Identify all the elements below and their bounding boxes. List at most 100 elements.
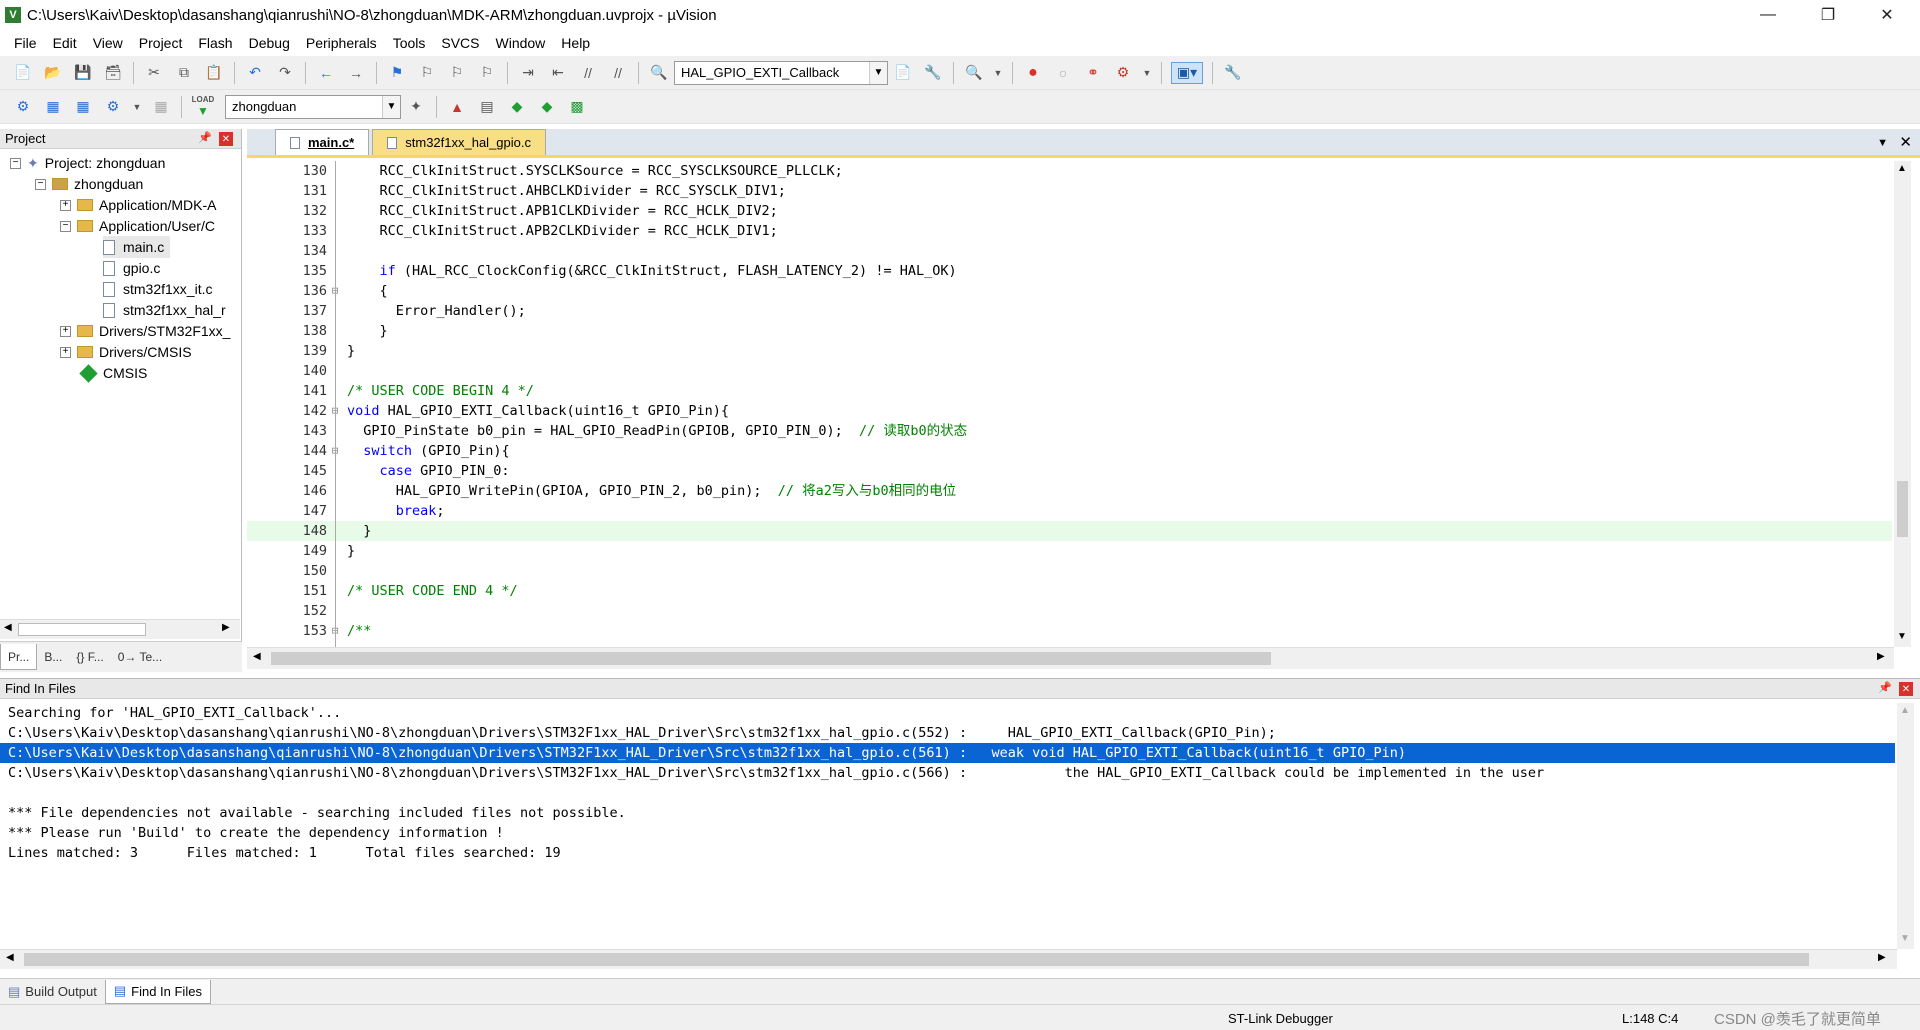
- tab-books[interactable]: B...: [37, 650, 69, 664]
- code-line[interactable]: 144⊟ switch (GPIO_Pin){: [247, 441, 1892, 461]
- close-icon[interactable]: ✕: [1899, 682, 1913, 696]
- build-icon[interactable]: ▦: [42, 96, 64, 118]
- menu-svcs[interactable]: SVCS: [433, 35, 487, 51]
- cut-icon[interactable]: ✂: [143, 62, 165, 84]
- tree-file[interactable]: stm32f1xx_it.c: [103, 278, 212, 300]
- disable-breakpoint-icon[interactable]: ○: [1052, 62, 1074, 84]
- code-line[interactable]: 141 /* USER CODE BEGIN 4 */: [247, 381, 1892, 401]
- code-line[interactable]: 137 Error_Handler();: [247, 301, 1892, 321]
- code-line[interactable]: 130 RCC_ClkInitStruct.SYSCLKSource = RCC…: [247, 161, 1892, 181]
- pin-icon[interactable]: 📌: [1878, 681, 1892, 694]
- save-icon[interactable]: 💾: [72, 62, 94, 84]
- code-line[interactable]: 131 RCC_ClkInitStruct.AHBCLKDivider = RC…: [247, 181, 1892, 201]
- wrench-icon[interactable]: 🔧: [1222, 62, 1244, 84]
- menu-tools[interactable]: Tools: [385, 35, 434, 51]
- paste-icon[interactable]: 📋: [203, 62, 225, 84]
- tree-group[interactable]: + Drivers/CMSIS: [60, 341, 192, 363]
- pack-installer-icon[interactable]: ▩: [566, 96, 588, 118]
- code-line[interactable]: 148 }: [247, 521, 1892, 541]
- expand-icon[interactable]: +: [60, 346, 71, 358]
- tab-find-in-files[interactable]: ▤ Find In Files: [104, 979, 211, 1004]
- menu-project[interactable]: Project: [131, 35, 191, 51]
- tree-file[interactable]: stm32f1xx_hal_r: [103, 299, 226, 321]
- chevron-down-icon[interactable]: ▼: [382, 95, 400, 118]
- code-line[interactable]: 150: [247, 561, 1892, 581]
- prev-bookmark-icon[interactable]: ⚐: [416, 62, 438, 84]
- manage-books-icon[interactable]: ▤: [476, 96, 498, 118]
- manage-rte-icon[interactable]: ◆: [506, 96, 528, 118]
- find-result-line[interactable]: C:\Users\Kaiv\Desktop\dasanshang\qianrus…: [0, 763, 1895, 783]
- menu-edit[interactable]: Edit: [45, 35, 85, 51]
- tab-functions[interactable]: {} F...: [69, 650, 110, 664]
- find-result-line[interactable]: Lines matched: 3 Files matched: 1 Total …: [0, 843, 1895, 863]
- minimize-button[interactable]: —: [1745, 0, 1791, 30]
- tree-root[interactable]: − ✦ Project: zhongduan: [10, 152, 165, 174]
- navigate-back-icon[interactable]: ←: [315, 62, 337, 84]
- expand-icon[interactable]: +: [60, 325, 71, 337]
- code-view[interactable]: 130 RCC_ClkInitStruct.SYSCLKSource = RCC…: [247, 161, 1892, 647]
- scroll-thumb[interactable]: [1897, 481, 1908, 537]
- code-line[interactable]: 142⊟void HAL_GPIO_EXTI_Callback(uint16_t…: [247, 401, 1892, 421]
- chevron-down-icon[interactable]: ▼: [993, 62, 1003, 84]
- unindent-icon[interactable]: ⇤: [547, 62, 569, 84]
- find-result-line[interactable]: *** File dependencies not available - se…: [0, 803, 1895, 823]
- find-in-files-icon[interactable]: 🔍: [648, 62, 670, 84]
- config-icon[interactable]: ⚙: [1112, 62, 1134, 84]
- pin-icon[interactable]: 📌: [198, 131, 212, 144]
- scroll-thumb[interactable]: [271, 652, 1271, 665]
- next-bookmark-icon[interactable]: ⚐: [446, 62, 468, 84]
- code-line[interactable]: 152: [247, 601, 1892, 621]
- close-icon[interactable]: ✕: [219, 132, 233, 146]
- scroll-right-icon[interactable]: ▶: [1878, 952, 1886, 963]
- find-combo[interactable]: HAL_GPIO_EXTI_Callback ▼: [674, 60, 888, 85]
- scroll-thumb[interactable]: [24, 953, 1809, 966]
- tab-main-c[interactable]: main.c*: [275, 129, 370, 155]
- code-line[interactable]: 147 break;: [247, 501, 1892, 521]
- menu-debug[interactable]: Debug: [241, 35, 298, 51]
- menu-peripherals[interactable]: Peripherals: [298, 35, 385, 51]
- code-line[interactable]: 135 if (HAL_RCC_ClockConfig(&RCC_ClkInit…: [247, 261, 1892, 281]
- close-button[interactable]: ✕: [1864, 0, 1910, 30]
- find-icon[interactable]: 📄: [892, 62, 914, 84]
- chevron-down-icon[interactable]: ▼: [132, 96, 142, 118]
- editor-vscrollbar[interactable]: ▲ ▼: [1894, 161, 1911, 647]
- tree-group[interactable]: − Application/User/C: [60, 215, 215, 237]
- target-options-icon[interactable]: ✦: [405, 96, 427, 118]
- code-line[interactable]: 140: [247, 361, 1892, 381]
- tree-group[interactable]: + Drivers/STM32F1xx_: [60, 320, 230, 342]
- redo-icon[interactable]: ↷: [274, 62, 296, 84]
- menu-window[interactable]: Window: [488, 35, 554, 51]
- scroll-up-icon[interactable]: ▲: [1900, 705, 1910, 716]
- tree-group[interactable]: + Application/MDK-A: [60, 194, 217, 216]
- uncomment-icon[interactable]: //: [607, 62, 629, 84]
- editor-hscrollbar[interactable]: ◀ ▶: [247, 647, 1894, 669]
- collapse-icon[interactable]: −: [60, 220, 71, 232]
- tab-templates[interactable]: 0→ Te...: [111, 650, 169, 664]
- menu-flash[interactable]: Flash: [190, 35, 240, 51]
- tab-project[interactable]: Pr...: [0, 644, 38, 670]
- stop-build-icon[interactable]: ▦: [150, 96, 172, 118]
- project-hscrollbar[interactable]: ◀ ▶: [0, 619, 240, 639]
- target-combo[interactable]: zhongduan ▼: [225, 94, 401, 119]
- scroll-right-icon[interactable]: ▶: [1877, 651, 1885, 662]
- code-line[interactable]: 139}: [247, 341, 1892, 361]
- menu-view[interactable]: View: [85, 35, 131, 51]
- indent-icon[interactable]: ⇥: [517, 62, 539, 84]
- rebuild-icon[interactable]: ▦: [72, 96, 94, 118]
- find-results[interactable]: Searching for 'HAL_GPIO_EXTI_Callback'..…: [0, 703, 1895, 949]
- collapse-icon[interactable]: −: [10, 157, 21, 169]
- find-result-selected[interactable]: C:\Users\Kaiv\Desktop\dasanshang\qianrus…: [0, 743, 1895, 763]
- copy-icon[interactable]: ⧉: [173, 62, 195, 84]
- open-file-icon[interactable]: 📂: [42, 62, 64, 84]
- code-line[interactable]: 133 RCC_ClkInitStruct.APB2CLKDivider = R…: [247, 221, 1892, 241]
- new-file-icon[interactable]: 📄: [12, 62, 34, 84]
- close-tab-icon[interactable]: ✕: [1899, 133, 1912, 151]
- code-line[interactable]: 149}: [247, 541, 1892, 561]
- breakpoint-icon[interactable]: ●: [1022, 62, 1044, 84]
- find-result-line[interactable]: [0, 783, 1895, 803]
- restore-button[interactable]: ❐: [1805, 0, 1851, 30]
- comment-icon[interactable]: //: [577, 62, 599, 84]
- find-result-line[interactable]: C:\Users\Kaiv\Desktop\dasanshang\qianrus…: [0, 723, 1895, 743]
- scroll-up-icon[interactable]: ▲: [1897, 163, 1907, 174]
- select-packs-icon[interactable]: ◆: [536, 96, 558, 118]
